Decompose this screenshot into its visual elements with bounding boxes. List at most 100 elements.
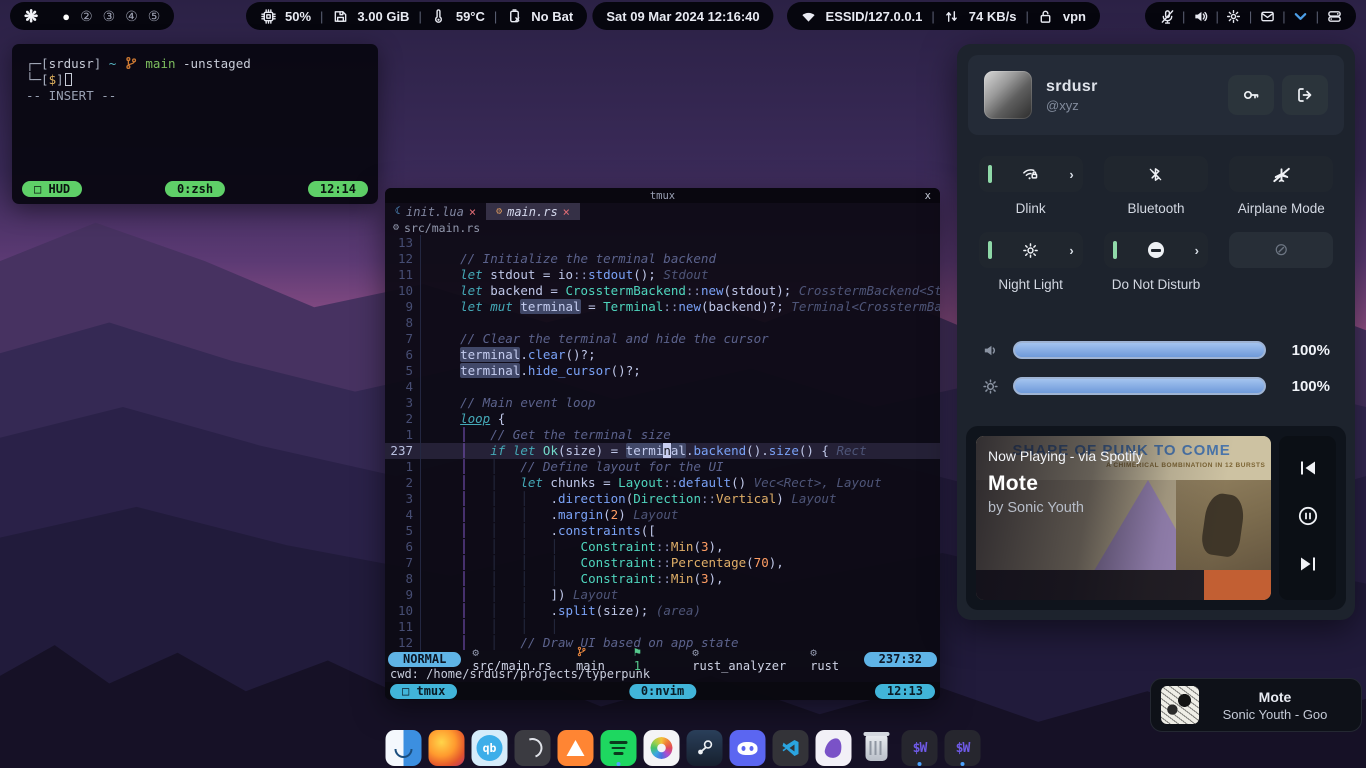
toggle-active-indicator: [1113, 241, 1117, 259]
dock-icon-vlc[interactable]: [558, 730, 594, 766]
code-line[interactable]: 13: [385, 235, 940, 251]
code-line[interactable]: 3 // Main event loop: [385, 395, 940, 411]
tab-close-icon[interactable]: ×: [563, 205, 570, 219]
code-line[interactable]: 7 │ │ │ │ Constraint::Percentage(70),: [385, 555, 940, 571]
brightness-slider[interactable]: [1013, 377, 1266, 395]
toggle-wifi-dlink[interactable]: ›: [979, 156, 1083, 192]
toggle-label-bluetooth: Bluetooth: [1127, 201, 1184, 218]
volume-icon: [982, 342, 999, 359]
chevron-down-icon[interactable]: [1293, 8, 1309, 24]
code-line[interactable]: 8 │ │ │ │ Constraint::Min(3),: [385, 571, 940, 587]
network-speed: 74 KB/s: [969, 9, 1017, 24]
previous-track-button[interactable]: [1297, 457, 1319, 484]
cwd-line: cwd: /home/srdusr/projects/typerpunk: [385, 667, 940, 682]
terminal-window[interactable]: ┌─[srdusr] ~ main -unstaged └─[$] -- INS…: [12, 44, 378, 204]
logout-button[interactable]: [1282, 75, 1328, 115]
mic-muted-icon[interactable]: [1159, 8, 1175, 24]
code-line[interactable]: 9 │ │ │ ]) Layout: [385, 587, 940, 603]
volume-value: 100%: [1280, 342, 1330, 359]
code-line[interactable]: 2 loop {: [385, 411, 940, 427]
wifi-essid[interactable]: ESSID/127.0.0.1: [826, 9, 923, 24]
code-line[interactable]: 8: [385, 315, 940, 331]
workspace-5[interactable]: ⑤: [148, 8, 161, 25]
toggle-label-night-light: Night Light: [998, 277, 1063, 294]
code-line[interactable]: 3 │ │ │ .direction(Direction::Vertical) …: [385, 491, 940, 507]
dock-icon-sw-app-2[interactable]: $W: [945, 730, 981, 766]
mail-icon[interactable]: [1259, 8, 1275, 24]
code-line[interactable]: 9 let mut terminal = Terminal::new(backe…: [385, 299, 940, 315]
code-line[interactable]: 12 // Initialize the terminal backend: [385, 251, 940, 267]
tab-init-lua[interactable]: ☾ init.lua ×: [385, 203, 486, 220]
bluetooth-off-icon: [1147, 166, 1164, 183]
lock-keys-button[interactable]: [1228, 75, 1274, 115]
workspace-1[interactable]: ●: [62, 9, 70, 24]
tmux-window-pill[interactable]: 0:nvim: [629, 684, 696, 699]
workspace-3[interactable]: ③: [103, 8, 116, 25]
code-line[interactable]: 4 │ │ │ .margin(2) Layout: [385, 507, 940, 523]
code-line[interactable]: 6 terminal.clear()?;: [385, 347, 940, 363]
tray-group: | | | | |: [1145, 2, 1356, 30]
dock-icon-steam[interactable]: [687, 730, 723, 766]
user-name: srdusr: [1046, 78, 1098, 96]
pause-button[interactable]: [1297, 505, 1319, 532]
dock-icon-obs[interactable]: [515, 730, 551, 766]
dock-icon-sw-app-1[interactable]: $W: [902, 730, 938, 766]
workspace-indicators[interactable]: ● ②③④⑤: [62, 8, 160, 25]
chevron-right-icon[interactable]: ›: [1069, 243, 1073, 258]
tmux-clock-pill: 12:13: [875, 684, 935, 699]
dock-icon-vscode[interactable]: [773, 730, 809, 766]
dock-icon-trash[interactable]: [859, 730, 895, 766]
volume-slider[interactable]: [1013, 341, 1266, 359]
code-line[interactable]: 5 │ │ │ .constraints([: [385, 523, 940, 539]
dock-icon-photos[interactable]: [644, 730, 680, 766]
next-track-button[interactable]: [1297, 553, 1319, 580]
dock-icon-plume[interactable]: [816, 730, 852, 766]
track-title: Mote: [988, 472, 1038, 496]
editor-tmux-bar: □ tmux 0:nvim 12:13: [385, 682, 940, 700]
media-notification[interactable]: Mote Sonic Youth - Goo: [1150, 678, 1362, 732]
workspace-4[interactable]: ④: [125, 8, 138, 25]
dock-icon-firefox[interactable]: [429, 730, 465, 766]
tmux-session-pill[interactable]: □ tmux: [390, 684, 457, 699]
toggle-night-light[interactable]: ›: [979, 232, 1083, 268]
code-line[interactable]: 11 let stdout = io::stdout(); Stdout: [385, 267, 940, 283]
tab-close-icon[interactable]: ×: [469, 205, 476, 219]
editor-window[interactable]: tmux x ☾ init.lua × ⚙ main.rs × ⚙ src/ma…: [385, 188, 940, 700]
dock-icon-discord[interactable]: [730, 730, 766, 766]
toggle-airplane-mode[interactable]: [1229, 156, 1333, 192]
distro-logo-icon[interactable]: ❋: [24, 8, 38, 25]
speaker-icon[interactable]: [1192, 8, 1208, 24]
dock-icon-file-manager[interactable]: [386, 730, 422, 766]
chevron-right-icon[interactable]: ›: [1195, 243, 1199, 258]
window-close-button[interactable]: x: [925, 190, 931, 202]
code-line[interactable]: 2 │ │ let chunks = Layout::default() Vec…: [385, 475, 940, 491]
album-art[interactable]: SHAPE OF PUNK TO COME A CHIMERICAL BOMBI…: [976, 436, 1271, 600]
code-line[interactable]: 5 terminal.hide_cursor()?;: [385, 363, 940, 379]
code-line[interactable]: 12 │ │ // Draw UI based on app state: [385, 635, 940, 651]
code-line[interactable]: 1 │ // Get the terminal size: [385, 427, 940, 443]
code-line[interactable]: 6 │ │ │ │ Constraint::Min(3),: [385, 539, 940, 555]
code-line[interactable]: 10 │ │ │ .split(size); (area): [385, 603, 940, 619]
tmux-window-pill[interactable]: 0:zsh: [165, 181, 225, 197]
code-buffer[interactable]: 1312 // Initialize the terminal backend1…: [385, 235, 940, 651]
toggle-do-not-disturb[interactable]: ›: [1104, 232, 1208, 268]
vpn-label[interactable]: vpn: [1063, 9, 1086, 24]
code-line[interactable]: 10 let backend = CrosstermBackend::new(s…: [385, 283, 940, 299]
tab-main-rs[interactable]: ⚙ main.rs ×: [486, 203, 580, 220]
workspace-2[interactable]: ②: [80, 8, 93, 25]
toggle-bluetooth[interactable]: [1104, 156, 1208, 192]
dock-icon-qbittorrent[interactable]: qb: [472, 730, 508, 766]
quick-toggles: › Dlink Bluetooth Airplane Mode: [968, 156, 1344, 308]
chevron-right-icon[interactable]: ›: [1069, 167, 1073, 182]
tray-toggle-icon[interactable]: [1326, 8, 1342, 24]
toggle-disabled-slot[interactable]: ⊘: [1229, 232, 1333, 268]
code-line-current[interactable]: 237 │ if let Ok(size) = terminal.backend…: [385, 443, 940, 459]
code-line[interactable]: 11 │ │ │ │: [385, 619, 940, 635]
tmux-session-pill[interactable]: □ HUD: [22, 181, 82, 197]
settings-gear-icon[interactable]: [1226, 8, 1242, 24]
code-line[interactable]: 1 │ │ // Define layout for the UI: [385, 459, 940, 475]
code-line[interactable]: 4: [385, 379, 940, 395]
clock-group[interactable]: Sat 09 Mar 2024 12:16:40: [592, 2, 773, 30]
dock-icon-spotify[interactable]: [601, 730, 637, 766]
code-line[interactable]: 7 // Clear the terminal and hide the cur…: [385, 331, 940, 347]
